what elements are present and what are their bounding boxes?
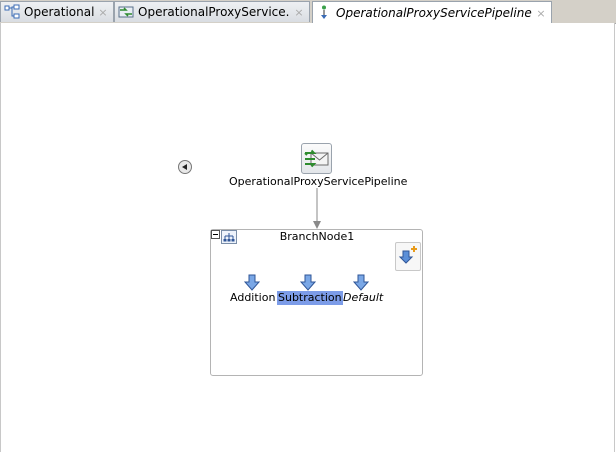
pipeline-label: OperationalProxyServicePipeline <box>229 175 408 188</box>
tab-operationalbr[interactable]: OperationalBR × <box>0 1 114 22</box>
tab-label: OperationalProxyServicePipeline.pipeline <box>336 6 532 20</box>
proxy-service-icon <box>118 6 134 18</box>
close-icon[interactable]: × <box>536 7 546 20</box>
branch-arrow-icon <box>244 274 260 291</box>
collapse-arrow-icon[interactable] <box>178 160 192 174</box>
branch-tree-icon <box>221 230 237 244</box>
branch-label-default[interactable]: Default <box>343 291 383 305</box>
branch-label-subtraction[interactable]: Subtraction <box>277 291 343 305</box>
editor-tab-strip: OperationalBR × OperationalProxyService.… <box>0 0 616 24</box>
branch-node-title: BranchNode1 <box>279 230 355 243</box>
tab-operationalproxyservicepipeline[interactable]: OperationalProxyServicePipeline.pipeline… <box>312 1 552 24</box>
close-icon[interactable]: × <box>98 6 108 19</box>
business-rule-icon <box>4 4 20 19</box>
branch-label-addition[interactable]: Addition <box>230 291 275 305</box>
tab-operationalproxyservice[interactable]: OperationalProxyService.proxy × <box>114 1 310 22</box>
close-icon[interactable]: × <box>294 6 304 19</box>
tab-label: OperationalBR <box>24 5 94 19</box>
pipeline-envelope-icon[interactable] <box>301 143 332 174</box>
branch-arrow-icon <box>300 274 316 291</box>
tab-label: OperationalProxyService.proxy <box>138 5 290 19</box>
add-action-icon <box>398 246 417 264</box>
branch-arrow-icon <box>353 274 369 291</box>
collapse-node-icon[interactable] <box>211 230 220 239</box>
add-action-button[interactable] <box>395 242 421 271</box>
pipeline-icon <box>321 5 327 19</box>
